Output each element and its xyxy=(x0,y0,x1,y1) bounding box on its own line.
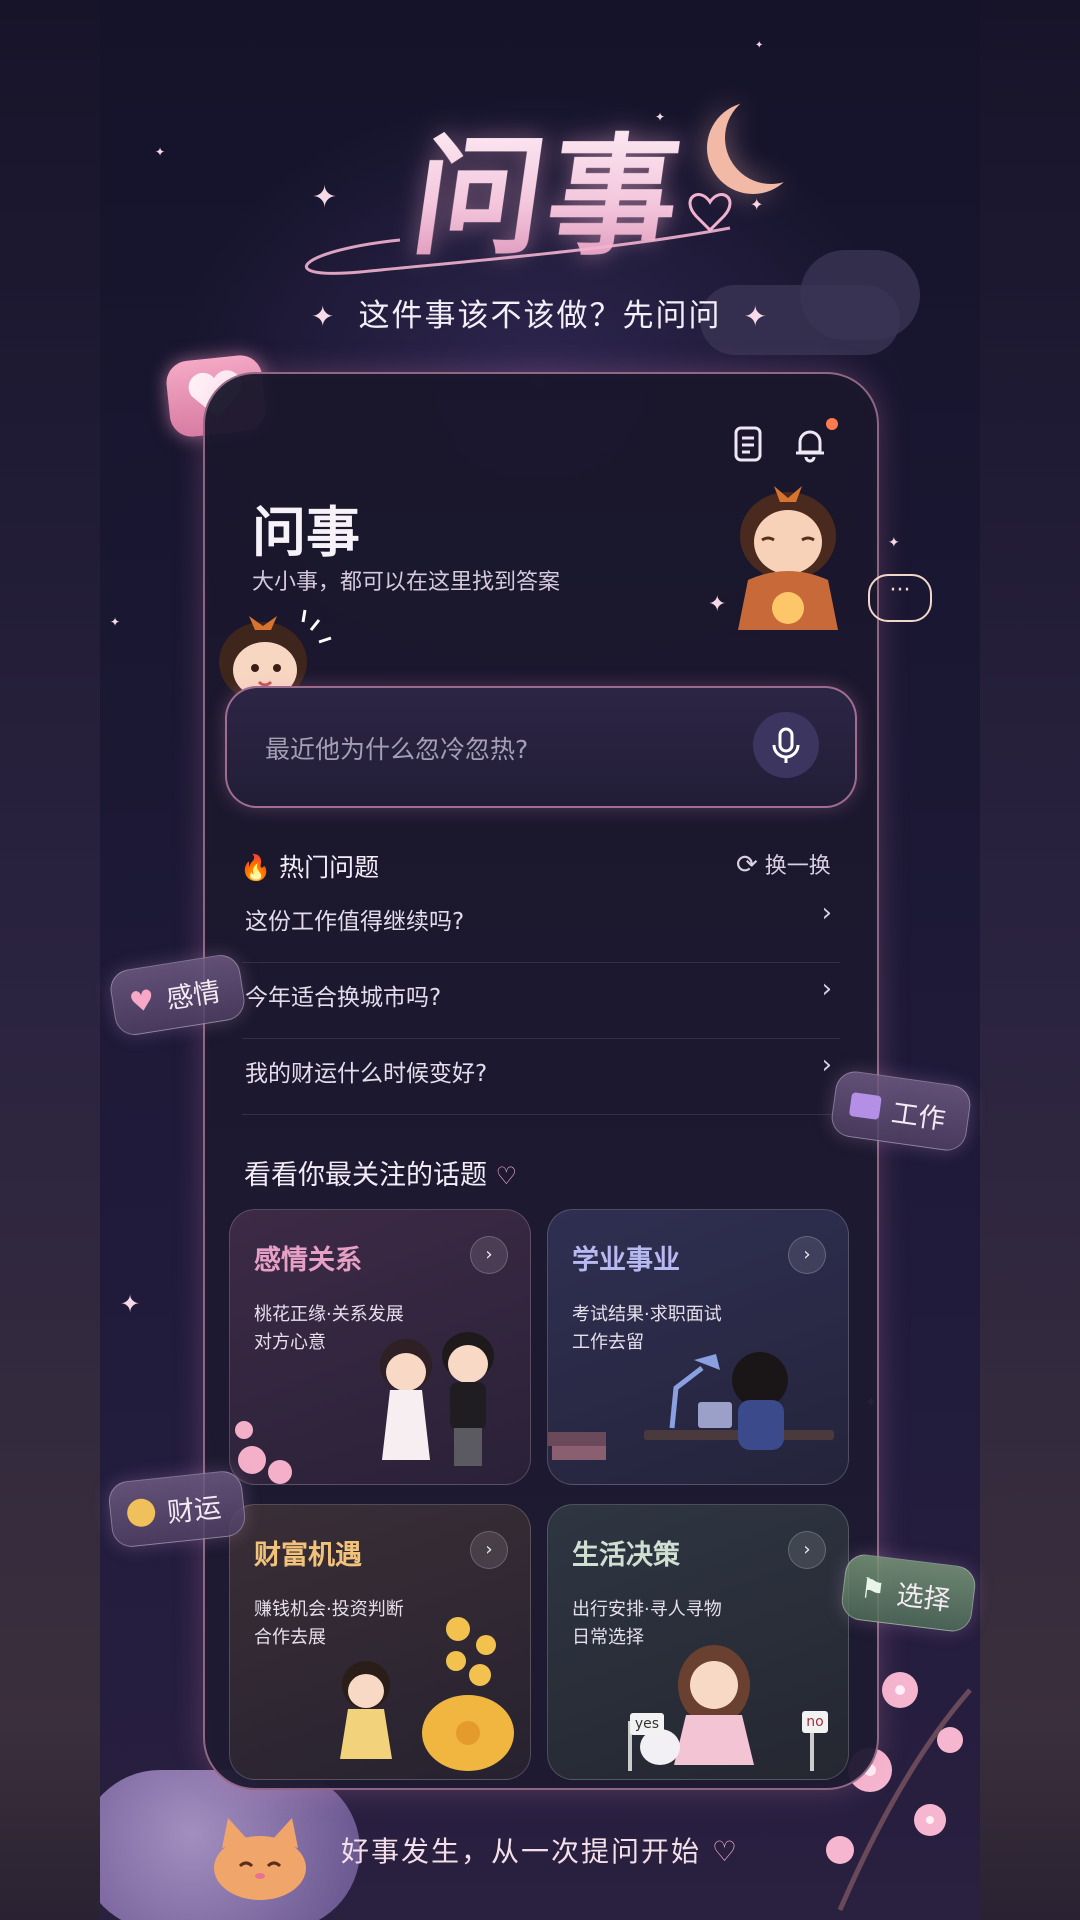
slogan-text: 这件事该不该做？先问问 xyxy=(358,298,722,334)
chevron-right-icon: › xyxy=(821,898,832,928)
right-backdrop xyxy=(980,0,1080,1920)
document-icon[interactable] xyxy=(728,424,768,464)
moon xyxy=(725,92,817,184)
chevron-right-icon: › xyxy=(470,1531,508,1569)
question-row[interactable]: 今年适合换城市吗? › xyxy=(242,964,840,1039)
tag-work-label: 工作 xyxy=(889,1097,948,1136)
search-placeholder: 最近他为什么忽冷忽热? xyxy=(265,735,529,764)
fire-icon: 🔥 xyxy=(240,853,272,882)
chevron-right-icon: › xyxy=(788,1236,826,1274)
hot-questions-header: 🔥 热门问题 xyxy=(240,848,379,884)
decision-illustration xyxy=(628,1645,814,1771)
tag-wealth[interactable]: 财运 xyxy=(106,1469,248,1549)
hot-questions-title: 热门问题 xyxy=(279,853,380,882)
microphone-button[interactable] xyxy=(753,712,819,778)
topic-title: 感情关系 xyxy=(254,1245,362,1276)
bell-icon[interactable] xyxy=(790,424,830,464)
brand-swoosh xyxy=(305,193,732,275)
topic-title: 生活决策 xyxy=(572,1540,680,1571)
signpost-icon: ⚑ xyxy=(858,1570,888,1607)
topic-tile-love[interactable]: 感情关系 › 桃花正缘·关系发展 对方心意 xyxy=(229,1209,531,1485)
heart-icon: ♥ xyxy=(127,982,157,1019)
card-subtitle: 大小事，都可以在这里找到答案 xyxy=(252,570,561,595)
question-text: 我的财运什么时候变好? xyxy=(245,1061,488,1087)
question-row[interactable]: 我的财运什么时候变好? › xyxy=(242,1040,840,1115)
coin-icon xyxy=(125,1497,157,1529)
topics-header: 看看你最关注的话题 ♡ xyxy=(244,1153,517,1192)
tag-love-label: 感情 xyxy=(164,975,223,1016)
chevron-right-icon: › xyxy=(821,974,832,1004)
topics-title: 看看你最关注的话题 xyxy=(244,1160,487,1191)
notification-dot xyxy=(826,418,838,430)
footer: 好事发生，从一次提问开始 ♡ xyxy=(100,1830,980,1870)
heart-icon: ♡ xyxy=(711,1835,740,1868)
sparkle-icon: ✦ xyxy=(708,592,727,617)
study-desk-illustration xyxy=(548,1352,834,1460)
refresh-icon: ⟳ xyxy=(736,850,758,880)
topic-title: 财富机遇 xyxy=(254,1540,362,1571)
chevron-right-icon: › xyxy=(788,1531,826,1569)
question-text: 今年适合换城市吗? xyxy=(245,985,442,1011)
heart-icon: ♡ xyxy=(495,1162,518,1190)
topic-tile-career[interactable]: 学业事业 › 考试结果·求职面试 工作去留 xyxy=(547,1209,849,1485)
chat-bubble-icon: ··· xyxy=(868,574,932,622)
sparkle-icon: ✦ xyxy=(888,535,900,551)
microphone-icon xyxy=(772,727,800,763)
tag-choice-label: 选择 xyxy=(894,1579,953,1617)
piggy-bank-illustration xyxy=(340,1617,514,1771)
sparkle-icon: ✦ xyxy=(755,40,764,51)
chevron-right-icon: › xyxy=(821,1050,832,1080)
sparkle-icon: ✦ xyxy=(155,145,166,159)
sparkle-icon: ✦ xyxy=(120,1290,141,1318)
question-text: 这份工作值得继续吗? xyxy=(245,909,465,935)
tag-wealth-label: 财运 xyxy=(165,1491,223,1529)
left-backdrop xyxy=(0,0,100,1920)
sparkle-icon: ✦ xyxy=(110,615,121,629)
refresh-button[interactable]: ⟳ 换一换 xyxy=(736,848,831,880)
question-row[interactable]: 这份工作值得继续吗? › xyxy=(242,888,840,963)
mascot-girl-lantern xyxy=(738,486,838,630)
slogan: ✦ 这件事该不该做？先问问 ✦ xyxy=(100,290,980,335)
footer-text: 好事发生，从一次提问开始 xyxy=(340,1835,701,1868)
sparkle-icon: ✦ xyxy=(311,300,337,333)
chevron-right-icon: › xyxy=(470,1236,508,1274)
topic-title: 学业事业 xyxy=(572,1245,680,1276)
topic-tile-wealth[interactable]: 财富机遇 › 赚钱机会·投资判断 合作去展 xyxy=(229,1504,531,1780)
topic-tile-life[interactable]: 生活决策 › 出行安排·寻人寻物 日常选择 yes no xyxy=(547,1504,849,1780)
refresh-label: 换一换 xyxy=(764,854,831,879)
yes-sign: yes xyxy=(630,1713,664,1735)
briefcase-icon xyxy=(848,1092,882,1120)
search-box[interactable]: 最近他为什么忽冷忽热? xyxy=(225,686,857,808)
couple-illustration xyxy=(235,1332,494,1484)
no-sign: no xyxy=(802,1711,828,1733)
card-title: 问事 xyxy=(252,500,360,564)
sparkle-icon: ✦ xyxy=(743,300,769,333)
